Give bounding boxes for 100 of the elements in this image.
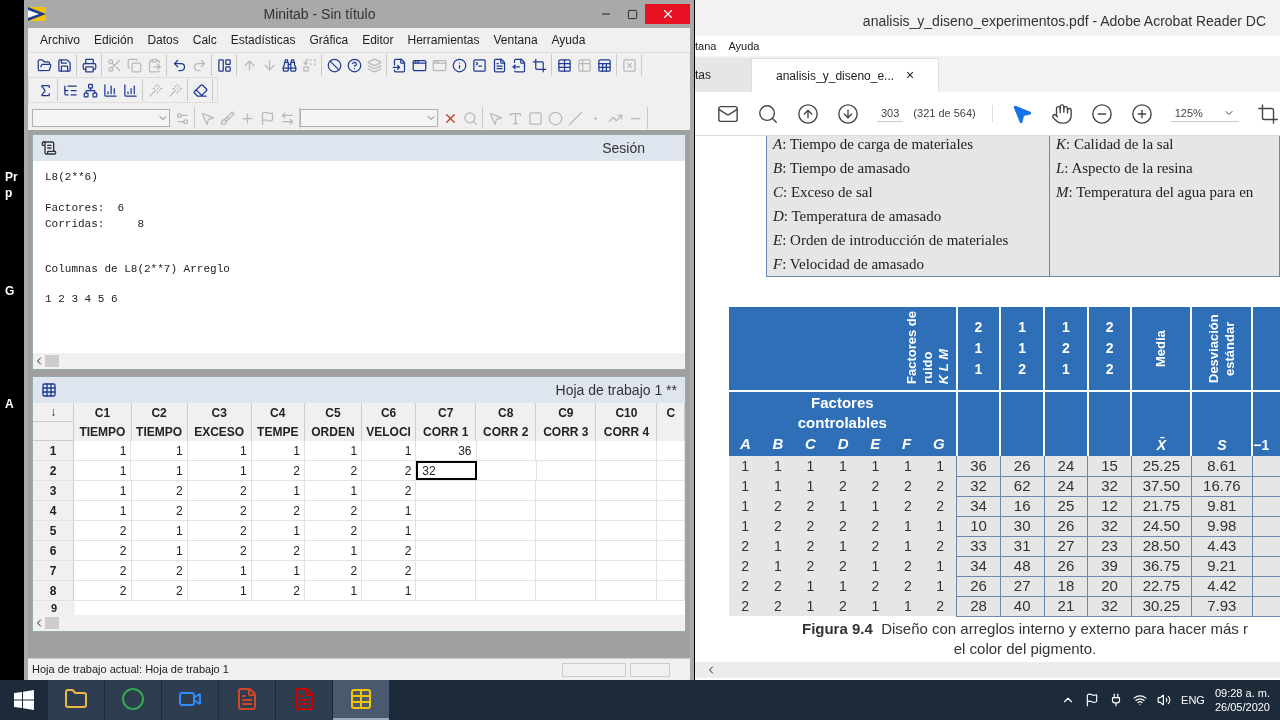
column-name[interactable]: ORDEN bbox=[304, 422, 362, 441]
taskbar-app[interactable] bbox=[162, 680, 218, 720]
table-cell[interactable]: 2 bbox=[131, 581, 188, 600]
scroll-thumb[interactable] bbox=[45, 617, 59, 629]
table-cell[interactable]: 1 bbox=[251, 521, 305, 540]
table-cell[interactable]: 2 bbox=[305, 501, 363, 520]
table-cell[interactable]: 2 bbox=[74, 521, 132, 540]
menu-item[interactable]: Calc bbox=[192, 31, 217, 49]
table-cell[interactable]: 2 bbox=[304, 461, 363, 480]
row-header[interactable]: 1 bbox=[33, 441, 75, 460]
table-cell[interactable]: 2 bbox=[251, 461, 305, 480]
table-cell[interactable]: 1 bbox=[305, 481, 363, 500]
scrollbar[interactable] bbox=[695, 662, 1280, 678]
table-cell[interactable]: 2 bbox=[251, 581, 305, 600]
table-cell[interactable]: 1 bbox=[131, 461, 188, 480]
table-cell[interactable]: 2 bbox=[362, 541, 417, 560]
table-cell[interactable]: 2 bbox=[74, 581, 132, 600]
table-cell[interactable]: 2 bbox=[362, 481, 417, 500]
table-cell[interactable]: 2 bbox=[131, 481, 188, 500]
table-cell[interactable]: 1 bbox=[305, 441, 363, 460]
table-cell[interactable]: 2 bbox=[251, 501, 305, 520]
menu-item[interactable]: Archivo bbox=[40, 31, 80, 49]
column-name[interactable]: TIEMPO bbox=[131, 422, 188, 441]
scrollbar[interactable] bbox=[33, 353, 685, 369]
table-cell[interactable]: 36 bbox=[416, 441, 477, 460]
table-cell[interactable]: 1 bbox=[74, 481, 132, 500]
table-cell[interactable]: 1 bbox=[362, 441, 417, 460]
column-name[interactable]: VELOCI bbox=[361, 422, 417, 441]
tab[interactable]: analisis_y_diseno_e... × bbox=[751, 58, 940, 92]
dropdown-field[interactable] bbox=[32, 109, 170, 127]
table-cell[interactable]: 1 bbox=[251, 481, 305, 500]
table-cell[interactable]: 1 bbox=[187, 581, 252, 600]
zoom-dropdown[interactable]: 125% bbox=[1170, 104, 1239, 123]
menu-item[interactable]: Herramientas bbox=[407, 31, 480, 49]
row-header[interactable]: 8 bbox=[33, 581, 75, 600]
table-cell[interactable]: 2 bbox=[187, 521, 252, 540]
menu-item[interactable]: Estadísticas bbox=[230, 31, 296, 49]
taskbar-app[interactable] bbox=[48, 680, 104, 720]
language-indicator[interactable]: ENG bbox=[1181, 691, 1205, 709]
table-cell[interactable]: 2 bbox=[362, 461, 417, 480]
table-cell[interactable]: 1 bbox=[251, 441, 305, 460]
table-cell[interactable]: 1 bbox=[131, 541, 188, 560]
table-cell[interactable]: 1 bbox=[362, 501, 417, 520]
menu-item[interactable]: Gráfica bbox=[309, 31, 349, 49]
menu-item[interactable]: Ayuda bbox=[551, 31, 586, 49]
table-cell[interactable]: 1 bbox=[187, 441, 252, 460]
scrollbar[interactable] bbox=[33, 615, 685, 631]
row-header[interactable]: 2 bbox=[33, 461, 75, 480]
menu-item[interactable]: Edición bbox=[94, 31, 134, 49]
search-icon[interactable] bbox=[757, 102, 779, 125]
table-cell[interactable]: 1 bbox=[74, 441, 132, 460]
table-cell[interactable]: 2 bbox=[131, 561, 188, 580]
table-cell[interactable]: 2 bbox=[187, 541, 252, 560]
signal-icon[interactable] bbox=[1133, 693, 1148, 707]
table-cell[interactable]: 1 bbox=[187, 461, 252, 480]
column-name[interactable]: CORR 4 bbox=[596, 422, 658, 441]
column-name[interactable]: CORR 2 bbox=[476, 422, 537, 441]
table-cell[interactable]: 1 bbox=[74, 501, 132, 520]
table-cell[interactable]: 1 bbox=[251, 561, 305, 580]
menu-item[interactable]: Datos bbox=[147, 31, 179, 49]
table-cell[interactable]: 1 bbox=[187, 561, 252, 580]
scroll-thumb[interactable] bbox=[45, 355, 59, 367]
flag-icon[interactable] bbox=[1085, 693, 1100, 707]
table-cell[interactable]: 2 bbox=[187, 481, 252, 500]
table-cell[interactable]: 1 bbox=[131, 521, 188, 540]
row-header[interactable]: 3 bbox=[33, 481, 75, 500]
table-cell[interactable]: 2 bbox=[187, 501, 252, 520]
volume-icon[interactable] bbox=[1157, 693, 1172, 707]
column-name[interactable]: CORR 3 bbox=[536, 422, 597, 441]
row-header[interactable]: 9 bbox=[33, 601, 75, 615]
zoom-in-icon[interactable] bbox=[1130, 102, 1153, 125]
table-cell[interactable]: 2 bbox=[74, 561, 132, 580]
menu-item[interactable]: tana bbox=[695, 37, 717, 55]
table-cell[interactable]: 1 bbox=[74, 461, 132, 480]
arrow-down-icon[interactable] bbox=[837, 102, 859, 125]
column-name[interactable]: EXCESO bbox=[187, 422, 252, 441]
column-name[interactable]: TEMPE bbox=[251, 422, 305, 441]
table-cell[interactable]: 1 bbox=[362, 521, 417, 540]
hand-icon[interactable] bbox=[1050, 102, 1073, 125]
table-cell[interactable]: 2 bbox=[305, 521, 363, 540]
tab-close[interactable]: × bbox=[906, 65, 915, 86]
clock-date[interactable]: 26/05/2020 bbox=[1214, 700, 1270, 714]
menu-item[interactable]: Ventana bbox=[493, 31, 538, 49]
table-cell[interactable]: 2 bbox=[362, 561, 417, 580]
table-cell[interactable]: 2 bbox=[74, 541, 132, 560]
column-name[interactable]: TIEMPO bbox=[74, 422, 132, 441]
table-cell[interactable]: 2 bbox=[131, 501, 188, 520]
menu-item[interactable]: Editor bbox=[362, 31, 394, 49]
row-header[interactable]: 6 bbox=[33, 541, 75, 560]
table-cell[interactable]: 2 bbox=[305, 561, 363, 580]
tab[interactable]: tas bbox=[695, 58, 751, 92]
active-cell[interactable]: 32 bbox=[416, 461, 477, 480]
clock-time[interactable]: 09:28 a. m. bbox=[1214, 686, 1270, 700]
taskbar-app[interactable] bbox=[219, 680, 275, 720]
table-cell[interactable]: 1 bbox=[305, 581, 363, 600]
arrow-up-icon[interactable] bbox=[797, 102, 819, 125]
row-header[interactable]: 5 bbox=[33, 521, 75, 540]
crop-icon[interactable] bbox=[1256, 102, 1279, 125]
menu-item[interactable]: Ayuda bbox=[728, 37, 760, 55]
dropdown-field[interactable] bbox=[300, 109, 438, 127]
